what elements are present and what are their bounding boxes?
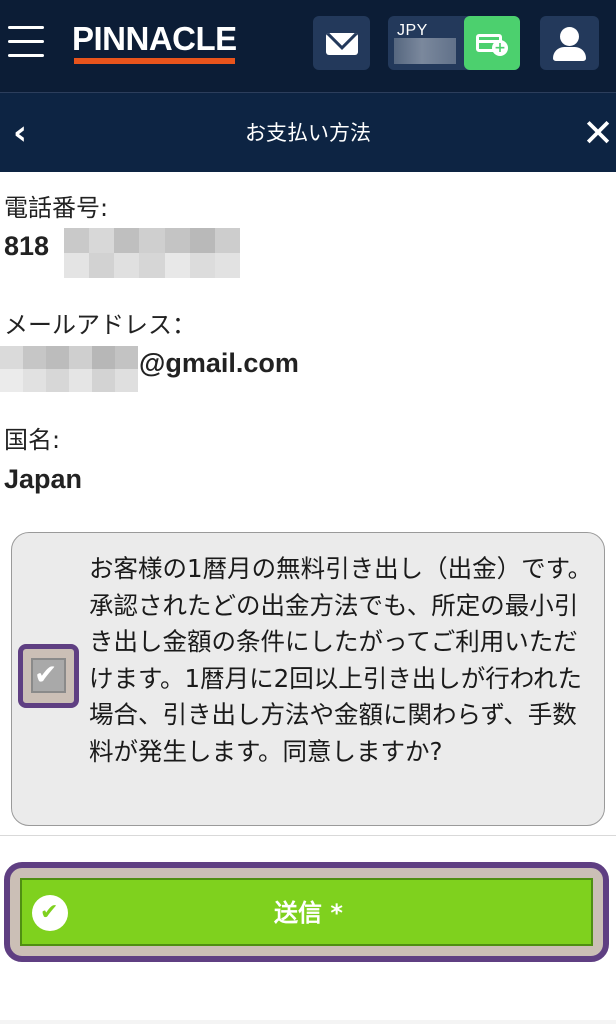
- mail-button[interactable]: [313, 16, 370, 70]
- chevron-left-icon[interactable]: ‹: [2, 113, 38, 153]
- user-icon: [560, 27, 579, 46]
- withdrawal-consent-box: ✔ お客様の1暦月の無料引き出し（出金）です。承認されたどの出金方法でも、所定の…: [11, 532, 605, 826]
- bottom-divider: [0, 1020, 616, 1024]
- top-navigation-bar: PINNACLE JPY +: [0, 0, 616, 92]
- submit-label: 送信 *: [274, 899, 343, 927]
- pinnacle-logo[interactable]: PINNACLE: [72, 22, 237, 56]
- email-redacted: [0, 346, 138, 392]
- page-title: お支払い方法: [245, 121, 371, 145]
- page-header: お支払い方法 ‹ ✕: [0, 92, 616, 172]
- checkbox-checked-icon: ✔: [31, 658, 66, 693]
- deposit-button[interactable]: +: [464, 16, 520, 70]
- email-label: メールアドレス：: [4, 311, 196, 339]
- country-value: Japan: [4, 464, 83, 494]
- divider: [0, 835, 616, 836]
- account-button[interactable]: [540, 16, 599, 70]
- submit-highlight: ✔ 送信 *: [4, 862, 609, 962]
- country-label: 国名:: [4, 426, 61, 454]
- logo-underline: [74, 58, 235, 64]
- phone-redacted: [64, 228, 240, 278]
- consent-text: お客様の1暦月の無料引き出し（出金）です。承認されたどの出金方法でも、所定の最小…: [89, 554, 593, 766]
- phone-value: 818: [4, 231, 50, 261]
- close-icon[interactable]: ✕: [578, 111, 616, 155]
- consent-checkbox[interactable]: ✔: [18, 644, 79, 708]
- envelope-icon: [326, 33, 358, 55]
- balance-value-redacted: [394, 38, 456, 64]
- submit-button[interactable]: ✔ 送信 *: [20, 878, 593, 946]
- hamburger-icon[interactable]: [8, 26, 44, 60]
- phone-label: 電話番号:: [4, 194, 109, 222]
- email-value: @gmail.com: [139, 348, 299, 378]
